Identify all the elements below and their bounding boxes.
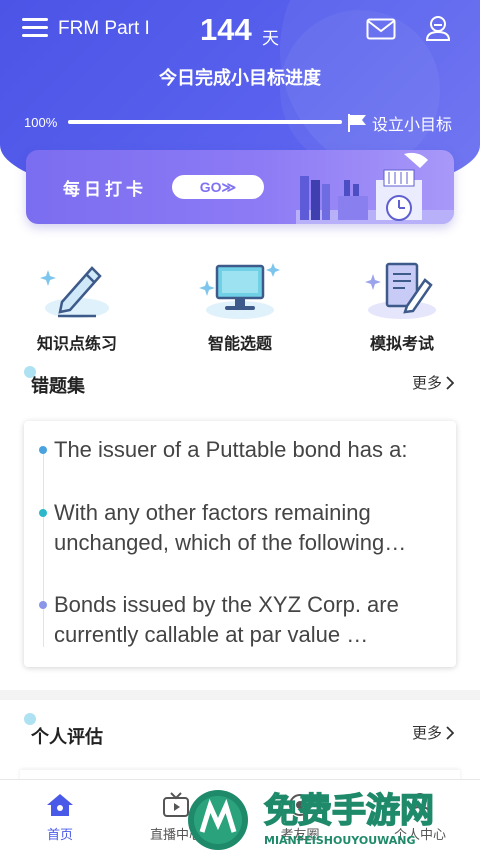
- question-text: Bonds issued by the XYZ Corp. are curren…: [54, 592, 399, 647]
- progress-fill: [68, 120, 342, 124]
- feature-mock-exam[interactable]: 模拟考试: [337, 256, 467, 354]
- goal-heading: 今日完成小目标进度: [159, 68, 321, 89]
- app-title[interactable]: FRM Part I: [58, 18, 150, 40]
- exam-paper-icon: [365, 262, 436, 319]
- question-text: The issuer of a Puttable bond has a:: [54, 437, 408, 462]
- nav-community[interactable]: 考友圈: [252, 792, 348, 843]
- wrong-questions-title: 错题集: [31, 376, 85, 397]
- nav-home[interactable]: 首页: [12, 792, 108, 843]
- progress-bar: [68, 120, 342, 124]
- user-icon[interactable]: [424, 14, 452, 42]
- timeline-line: [43, 447, 44, 647]
- pen-icon: [40, 266, 109, 318]
- question-bullet: [39, 446, 47, 454]
- circle-icon: [289, 794, 311, 816]
- wrong-questions-more-button[interactable]: 更多: [412, 372, 455, 393]
- flag-icon: [348, 114, 366, 132]
- nav-label: 个人中心: [393, 828, 446, 843]
- office-illustration-icon: [296, 152, 454, 224]
- question-bullet: [39, 601, 47, 609]
- go-button[interactable]: GO≫: [172, 175, 264, 199]
- question-item[interactable]: Bonds issued by the XYZ Corp. are curren…: [39, 590, 444, 650]
- nav-label: 直播中心: [149, 828, 202, 843]
- section-divider: [0, 690, 480, 700]
- countdown-unit: 天: [262, 29, 279, 49]
- feature-knowledge-practice[interactable]: 知识点练习: [12, 256, 142, 354]
- feature-label: 模拟考试: [369, 334, 434, 353]
- assessment-title: 个人评估: [31, 727, 103, 748]
- assessment-more-button[interactable]: 更多: [412, 722, 455, 743]
- set-goal-button[interactable]: 设立小目标: [346, 111, 452, 135]
- person-icon: [408, 793, 432, 818]
- daily-checkin-banner[interactable]: 每日打卡 GO≫: [26, 150, 454, 224]
- tv-icon: [163, 792, 189, 817]
- set-goal-label: 设立小目标: [372, 115, 453, 134]
- feature-smart-selection[interactable]: 智能选题: [175, 256, 305, 354]
- more-label: 更多: [412, 724, 443, 742]
- wrong-questions-card: The issuer of a Puttable bond has a: Wit…: [24, 421, 456, 667]
- menu-icon[interactable]: [22, 18, 48, 40]
- question-bullet: [39, 509, 47, 517]
- feature-label: 智能选题: [207, 334, 272, 353]
- chevron-right-icon: [446, 375, 455, 390]
- decorative-circle: [280, 10, 440, 170]
- nav-profile[interactable]: 个人中心: [372, 792, 468, 843]
- nav-label: 考友圈: [280, 828, 320, 843]
- nav-live[interactable]: 直播中心: [128, 792, 224, 843]
- banner-title: 每日打卡: [63, 180, 147, 200]
- question-item[interactable]: With any other factors remaining unchang…: [39, 498, 444, 558]
- bottom-nav: 首页 直播中心 考友圈 个人中心: [0, 779, 480, 853]
- chevron-right-icon: [446, 725, 455, 740]
- mail-icon[interactable]: [366, 18, 396, 40]
- countdown-days: 144: [200, 12, 252, 47]
- monitor-icon: [199, 263, 280, 319]
- home-icon: [47, 794, 73, 816]
- more-label: 更多: [412, 374, 443, 392]
- progress-percent: 100%: [24, 115, 58, 130]
- feature-label: 知识点练习: [36, 334, 117, 353]
- question-text: With any other factors remaining unchang…: [54, 500, 407, 555]
- question-item[interactable]: The issuer of a Puttable bond has a:: [39, 435, 444, 465]
- nav-label: 首页: [46, 828, 73, 843]
